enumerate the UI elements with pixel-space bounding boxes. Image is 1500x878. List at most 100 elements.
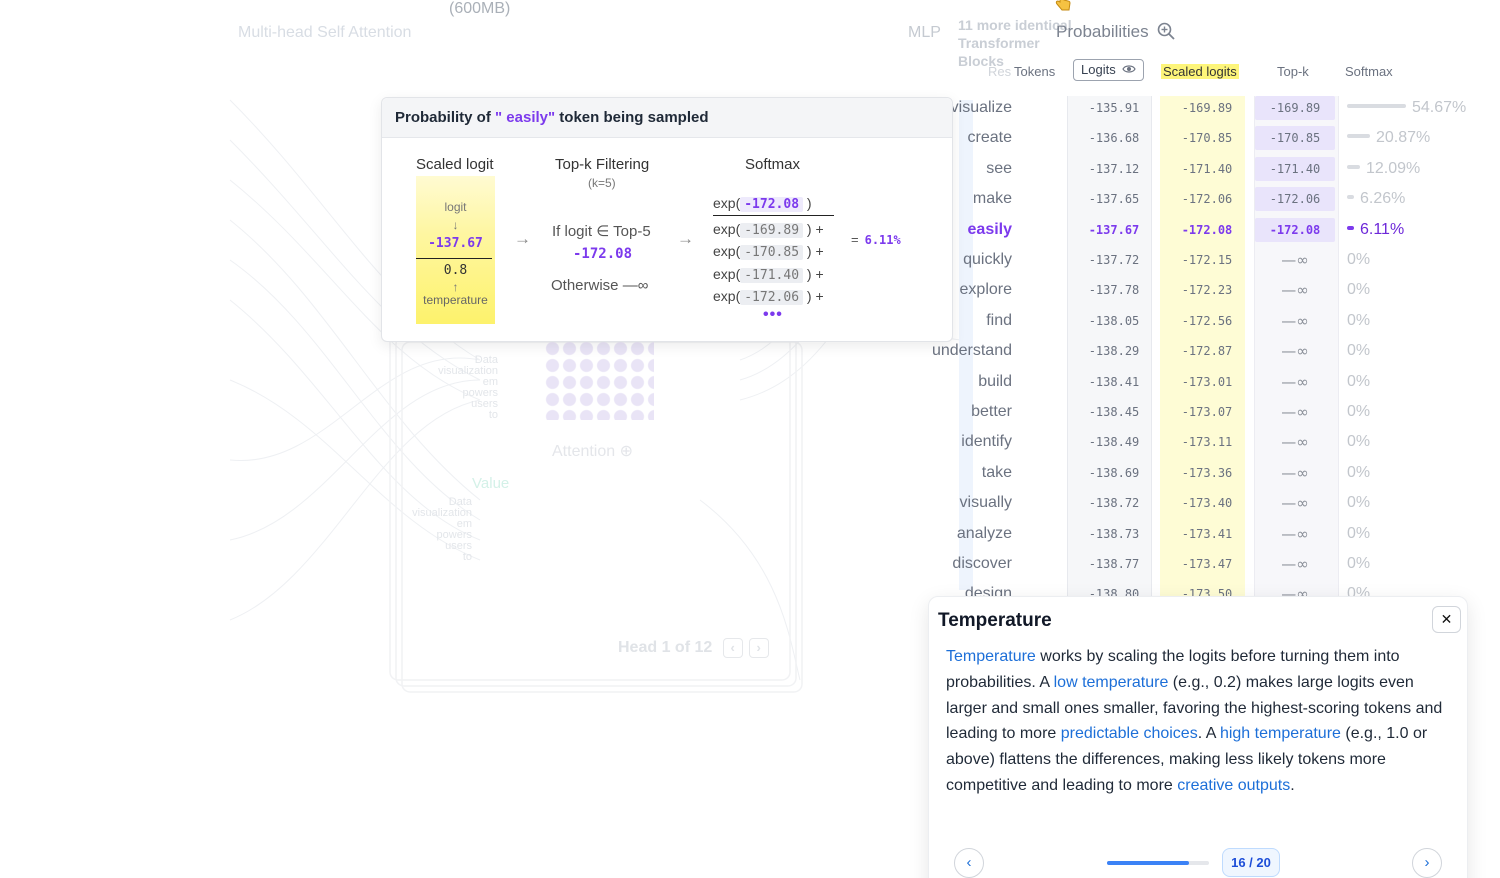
token-label: quickly <box>963 251 1012 268</box>
token-row[interactable]: build -138.41 -173.01 —∞ 0% <box>960 370 1480 400</box>
token-row[interactable]: identify -138.49 -173.11 —∞ 0% <box>960 430 1480 460</box>
logit-value: -137.67 <box>428 236 483 251</box>
token-row[interactable]: visually -138.72 -173.40 —∞ 0% <box>960 491 1480 521</box>
temperature-label: temperature <box>423 293 488 307</box>
multihead-attention-title: Multi-head Self Attention <box>238 24 412 41</box>
popup-title-prefix: Probability of <box>395 109 496 126</box>
softmax-bar <box>1347 225 1354 230</box>
popup-token: " easily" <box>495 109 556 126</box>
token-row[interactable]: understand -138.29 -172.87 —∞ 0% <box>932 339 1480 369</box>
topk-cell: —∞ <box>1281 251 1309 269</box>
ellipsis-icon: ••• <box>763 306 783 323</box>
softmax-cell: 0% <box>1347 403 1370 421</box>
logit-cell: -138.29 <box>1088 344 1140 359</box>
glossary-link[interactable]: creative outputs <box>1177 777 1290 794</box>
glossary-link[interactable]: predictable choices <box>1061 725 1198 742</box>
close-button[interactable]: ✕ <box>1432 606 1461 633</box>
blocks-label-line: 11 more identical <box>958 17 1072 33</box>
logits-toggle-button[interactable]: Logits <box>1073 59 1145 81</box>
logit-cell: -137.12 <box>1088 161 1140 176</box>
token-label: explore <box>959 281 1012 299</box>
token-row[interactable]: take -138.69 -173.36 —∞ 0% <box>960 461 1480 491</box>
scaled-logits-header: Scaled logits <box>1161 64 1239 79</box>
exp-text: ) + <box>803 266 824 282</box>
topk-cell: -169.89 <box>1255 96 1335 120</box>
glossary-link[interactable]: Temperature <box>946 648 1036 665</box>
token-row[interactable]: create -136.68 -170.85 -170.85 20.87% <box>960 126 1480 156</box>
token-row[interactable]: quickly -137.72 -172.15 —∞ 0% <box>960 248 1480 278</box>
token-label: visually <box>959 494 1012 512</box>
probabilities-title[interactable]: Probabilities <box>1056 22 1175 42</box>
logit-cell: -135.91 <box>1088 101 1140 115</box>
topk-k-note: (k=5) <box>588 176 616 190</box>
token-row[interactable]: see -137.12 -171.40 -171.40 12.09% <box>960 156 1480 187</box>
denominator-chip: -170.85 <box>740 245 804 260</box>
numerator-chip: -172.08 <box>740 197 804 212</box>
scaled-logit-cell: -170.85 <box>1181 131 1233 146</box>
softmax-value: 0% <box>1347 342 1371 360</box>
softmax-title: Softmax <box>745 156 801 173</box>
topk-cell: -172.06 <box>1255 187 1335 212</box>
exp-text: exp( <box>713 266 741 282</box>
token-row[interactable]: better -138.45 -173.07 —∞ 0% <box>960 400 1480 430</box>
scaled-logit-cell: -169.89 <box>1181 101 1233 115</box>
logits-toggle-label: Logits <box>1081 62 1116 77</box>
scaled-logit-title: Scaled logit <box>416 156 494 173</box>
denominator-chip: -169.89 <box>740 223 804 238</box>
token-row[interactable]: find -138.05 -172.56 —∞ 0% <box>960 309 1480 339</box>
softmax-value: 0% <box>1347 433 1371 451</box>
previous-button[interactable]: ‹ <box>954 848 984 878</box>
softmax-result: = 6.11% <box>851 232 901 247</box>
model-size-label: (600MB) <box>449 0 511 17</box>
logit-cell: -138.72 <box>1088 496 1140 511</box>
prev-head-button[interactable]: ‹ <box>722 638 743 658</box>
softmax-denominator-term: exp(-169.89 ) + <box>713 221 824 238</box>
softmax-cell: 6.26% <box>1347 190 1405 208</box>
topk-cell: —∞ <box>1281 342 1309 361</box>
softmax-cell: 0% <box>1347 555 1370 573</box>
softmax-bar <box>1347 104 1406 108</box>
tour-progress-bar <box>1107 861 1209 865</box>
logit-cell: -137.72 <box>1088 253 1140 267</box>
equals-sign: = <box>851 232 859 247</box>
attention-label[interactable]: Attention ⊕ <box>552 441 633 461</box>
softmax-cell: 12.09% <box>1347 160 1420 178</box>
token-label: build <box>978 372 1012 390</box>
token-label: better <box>971 403 1012 420</box>
token-row[interactable]: visualize -135.91 -169.89 -169.89 54.67% <box>951 96 1480 126</box>
token-row[interactable]: make -137.65 -172.06 -172.06 6.26% <box>960 187 1480 217</box>
temperature-value: 0.8 <box>443 263 468 278</box>
glossary-link[interactable]: high temperature <box>1220 725 1341 742</box>
scaled-logit-cell: -172.87 <box>1181 344 1233 359</box>
zoom-in-icon[interactable] <box>1157 22 1175 40</box>
next-head-button[interactable]: › <box>748 638 769 658</box>
token-row[interactable]: analyze -138.73 -173.41 —∞ 0% <box>956 522 1480 552</box>
softmax-value: 0% <box>1347 494 1371 512</box>
topk-cell: —∞ <box>1281 433 1309 452</box>
topk-cell: —∞ <box>1281 555 1309 573</box>
step-counter: 16 / 20 <box>1222 848 1280 877</box>
next-button[interactable]: › <box>1412 848 1442 878</box>
arrow-right-icon: → <box>677 229 694 248</box>
scaled-logit-cell: -172.08 <box>1181 222 1233 237</box>
softmax-cell: 0% <box>1347 373 1370 391</box>
probabilities-title-text: Probabilities <box>1056 22 1149 41</box>
token-row[interactable]: explore -137.78 -172.23 —∞ 0% <box>960 278 1480 308</box>
popup-title-suffix: token being sampled <box>555 109 709 126</box>
arrow-right-icon: → <box>514 229 531 248</box>
token-row[interactable]: discover -138.77 -173.47 —∞ 0% <box>952 552 1480 582</box>
logit-cell: -138.41 <box>1088 374 1140 389</box>
token-label: analyze <box>956 524 1012 542</box>
chevron-left-icon: ‹ <box>966 854 972 871</box>
token-row[interactable]: easily -137.67 -172.08 -172.08 6.11% <box>960 217 1480 248</box>
topk-header: Top-k <box>1277 64 1309 79</box>
scaled-logit-cell: -172.06 <box>1181 192 1233 207</box>
scaled-logit-cell: -173.47 <box>1181 557 1233 571</box>
softmax-cell: 0% <box>1347 525 1370 543</box>
softmax-cell: 0% <box>1347 433 1370 451</box>
softmax-value: 0% <box>1347 403 1371 420</box>
softmax-cell: 6.11% <box>1347 221 1404 239</box>
logit-cell: -138.45 <box>1088 405 1140 419</box>
softmax-cell: 0% <box>1347 494 1370 512</box>
glossary-link[interactable]: low temperature <box>1054 674 1169 691</box>
